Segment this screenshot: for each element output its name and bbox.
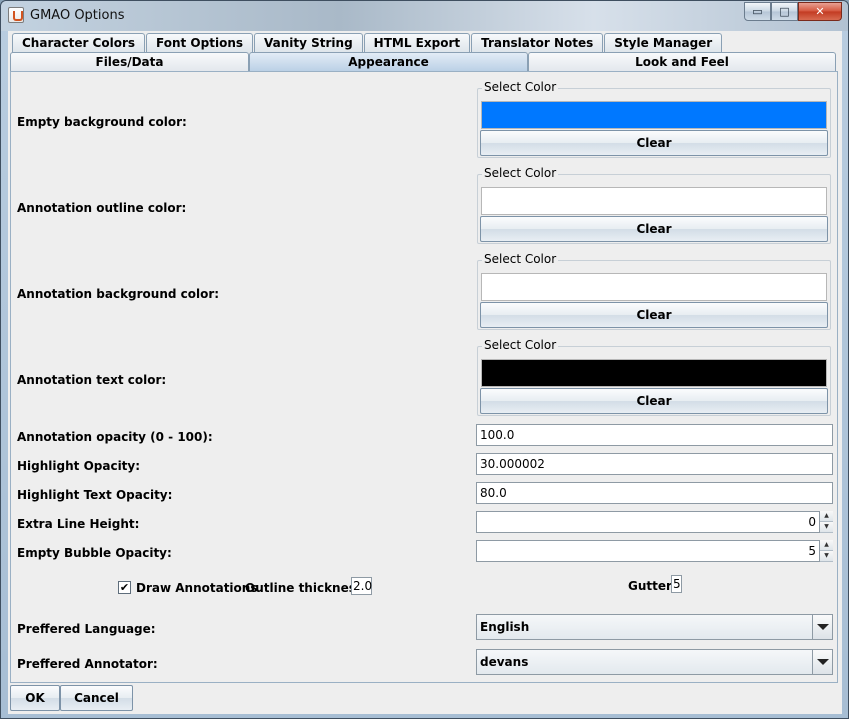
spinner-up-icon[interactable]: ▲ (820, 511, 833, 522)
annotation-background-color-group: Select Color Clear (477, 252, 831, 330)
spinner-value: 5 (808, 544, 816, 558)
tab-look-and-feel[interactable]: Look and Feel (528, 52, 836, 72)
java-app-icon (8, 7, 24, 23)
annotation-outline-color-label: Annotation outline color: (17, 201, 187, 215)
options-window: GMAO Options ▭ □ ✕ Character Colors Font… (0, 0, 849, 719)
empty-background-color-label: Empty background color: (17, 115, 187, 129)
highlight-text-opacity-field[interactable]: 80.0 (476, 482, 833, 504)
empty-background-color-group: Select Color Clear (477, 80, 831, 158)
annotation-outline-color-swatch[interactable] (481, 187, 827, 215)
empty-bubble-opacity-spinner[interactable]: 5 ▲ ▼ (476, 540, 833, 562)
dialog-buttons: OK Cancel (10, 685, 133, 711)
window-title: GMAO Options (30, 8, 125, 23)
spinner-arrows[interactable]: ▲ ▼ (819, 511, 833, 533)
annotation-text-color-group: Select Color Clear (477, 338, 831, 416)
close-button[interactable]: ✕ (798, 2, 842, 21)
empty-background-clear-button[interactable]: Clear (480, 130, 828, 156)
spinner-value: 0 (808, 515, 816, 529)
preferred-annotator-select[interactable]: devans (476, 649, 833, 675)
select-color-title: Select Color (482, 252, 559, 266)
cancel-button[interactable]: Cancel (60, 685, 133, 711)
tab-translator-notes[interactable]: Translator Notes (471, 33, 604, 53)
tab-font-options[interactable]: Font Options (146, 33, 253, 53)
outline-thickness-label: Outline thickness: (245, 581, 368, 595)
highlight-opacity-label: Highlight Opacity: (17, 459, 141, 473)
gutter-label: Gutter: (628, 579, 677, 593)
annotation-background-color-label: Annotation background color: (17, 287, 220, 301)
maximize-button[interactable]: □ (771, 2, 798, 21)
dialog-content: Character Colors Font Options Vanity Str… (8, 31, 842, 714)
highlight-opacity-field[interactable]: 30.000002 (476, 453, 833, 475)
tab-row-bottom: Files/Data Appearance Look and Feel (10, 52, 838, 72)
select-color-title: Select Color (482, 80, 559, 94)
preferred-annotator-label: Preffered Annotator: (17, 657, 158, 671)
spinner-down-icon[interactable]: ▼ (820, 522, 833, 533)
close-icon: ✕ (815, 5, 825, 18)
maximize-icon: □ (779, 5, 790, 18)
extra-line-height-label: Extra Line Height: (17, 517, 140, 531)
annotation-text-clear-button[interactable]: Clear (480, 388, 828, 414)
spinner-down-icon[interactable]: ▼ (820, 551, 833, 562)
select-color-title: Select Color (482, 166, 559, 180)
draw-annotations-checkbox[interactable]: ✔ (118, 581, 131, 594)
annotation-text-color-swatch[interactable] (481, 359, 827, 387)
minimize-button[interactable]: ▭ (744, 2, 771, 21)
empty-bubble-opacity-label: Empty Bubble Opacity: (17, 546, 172, 560)
tab-html-export[interactable]: HTML Export (363, 33, 471, 53)
outline-thickness-field[interactable]: 2.0 (351, 577, 372, 595)
chevron-down-icon[interactable] (812, 650, 832, 674)
ok-button[interactable]: OK (10, 685, 60, 711)
annotation-text-color-label: Annotation text color: (17, 373, 167, 387)
preferred-language-select[interactable]: English (476, 614, 833, 640)
draw-annotations-label: Draw Annotations (136, 581, 258, 595)
annotation-outline-clear-button[interactable]: Clear (480, 216, 828, 242)
tab-character-colors[interactable]: Character Colors (12, 33, 146, 53)
title-bar[interactable]: GMAO Options ▭ □ ✕ (1, 1, 848, 31)
annotation-outline-color-group: Select Color Clear (477, 166, 831, 244)
minimize-icon: ▭ (752, 5, 763, 18)
preferred-language-label: Preffered Language: (17, 622, 156, 636)
annotation-background-clear-button[interactable]: Clear (480, 302, 828, 328)
appearance-panel: Empty background color: Select Color Cle… (10, 71, 838, 683)
tab-row-top: Character Colors Font Options Vanity Str… (12, 33, 723, 53)
tab-vanity-string[interactable]: Vanity String (254, 33, 363, 53)
gutter-field[interactable]: 5 (671, 575, 682, 593)
spinner-up-icon[interactable]: ▲ (820, 540, 833, 551)
language-selected-value: English (480, 620, 530, 634)
tab-files-data[interactable]: Files/Data (10, 52, 249, 72)
annotation-opacity-label: Annotation opacity (0 - 100): (17, 430, 213, 444)
window-controls: ▭ □ ✕ (744, 2, 842, 21)
tab-style-manager[interactable]: Style Manager (604, 33, 723, 53)
select-color-title: Select Color (482, 338, 559, 352)
tab-appearance[interactable]: Appearance (249, 52, 528, 72)
highlight-text-opacity-label: Highlight Text Opacity: (17, 488, 173, 502)
chevron-down-icon[interactable] (812, 615, 832, 639)
empty-background-color-swatch[interactable] (481, 101, 827, 129)
annotation-opacity-field[interactable]: 100.0 (476, 424, 833, 446)
annotation-background-color-swatch[interactable] (481, 273, 827, 301)
spinner-arrows[interactable]: ▲ ▼ (819, 540, 833, 562)
extra-line-height-spinner[interactable]: 0 ▲ ▼ (476, 511, 833, 533)
annotator-selected-value: devans (480, 655, 529, 669)
